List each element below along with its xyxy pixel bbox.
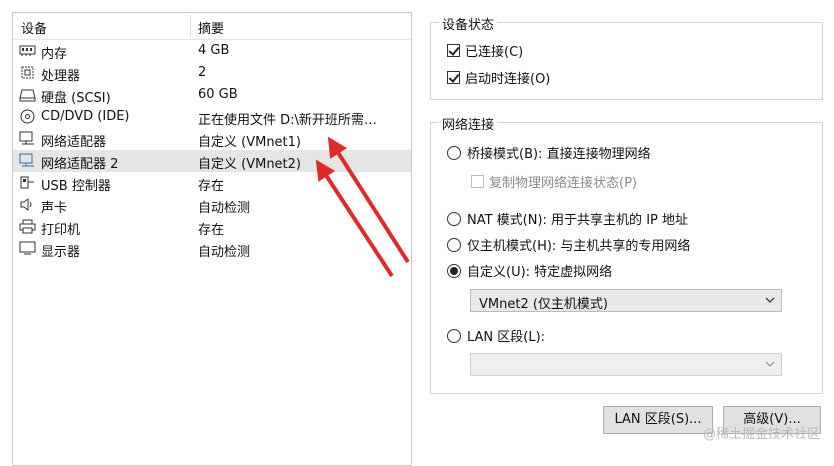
bridged-radio-circle[interactable] bbox=[447, 145, 461, 160]
custom-network-value: VMnet2 (仅主机模式) bbox=[479, 297, 608, 312]
connected-label: 已连接(C) bbox=[465, 45, 524, 60]
network-connection-group: 网络连接 桥接模式(B): 直接连接物理网络 复制物理网络连接状态(P) NAT… bbox=[430, 114, 823, 394]
connect-on-power-label: 启动时连接(O) bbox=[465, 72, 551, 87]
usb-controller-icon bbox=[20, 176, 34, 189]
memory-icon bbox=[19, 45, 36, 56]
cd-dvd-icon bbox=[20, 109, 35, 124]
device-row-printer[interactable]: 打印机 存在 bbox=[13, 216, 411, 238]
device-name: 硬盘 (SCSI) bbox=[41, 91, 111, 106]
custom-network-select[interactable]: VMnet2 (仅主机模式) bbox=[470, 289, 782, 312]
custom-radio[interactable]: 自定义(U): 特定虚拟网络 bbox=[447, 261, 612, 280]
device-row-network-adapter-2[interactable]: 网络适配器 2 自定义 (VMnet2) bbox=[13, 150, 411, 172]
sound-card-icon bbox=[20, 198, 32, 211]
nat-radio[interactable]: NAT 模式(N): 用于共享主机的 IP 地址 bbox=[447, 209, 688, 228]
device-row-usb-controller[interactable]: USB 控制器 存在 bbox=[13, 172, 411, 194]
replicate-state-checkbox: 复制物理网络连接状态(P) bbox=[471, 172, 637, 191]
device-summary: 存在 bbox=[198, 223, 225, 238]
device-list-panel: 设备 摘要 内存 4 GB 处理器 2 硬盘 (SCSI) 60 GB CD/D… bbox=[12, 12, 412, 466]
host-only-label: 仅主机模式(H): 与主机共享的专用网络 bbox=[467, 239, 691, 254]
device-summary: 自动检测 bbox=[198, 245, 251, 260]
lan-segment-radio-circle[interactable] bbox=[447, 328, 461, 343]
lan-segment-radio[interactable]: LAN 区段(L): bbox=[447, 326, 545, 345]
network-adapter-icon bbox=[19, 153, 34, 167]
device-name: 网络适配器 bbox=[41, 135, 107, 150]
connected-checkbox-box[interactable] bbox=[447, 44, 460, 57]
device-row-network-adapter[interactable]: 网络适配器 自定义 (VMnet1) bbox=[13, 128, 411, 150]
device-summary: 60 GB bbox=[198, 87, 238, 102]
bridged-label: 桥接模式(B): 直接连接物理网络 bbox=[467, 147, 651, 162]
processor-icon bbox=[21, 66, 34, 79]
host-only-radio-circle[interactable] bbox=[447, 237, 461, 252]
device-status-title: 设备状态 bbox=[439, 14, 498, 33]
printer-icon bbox=[19, 219, 36, 234]
device-rows: 内存 4 GB 处理器 2 硬盘 (SCSI) 60 GB CD/DVD (ID… bbox=[13, 40, 411, 260]
device-row-processor[interactable]: 处理器 2 bbox=[13, 62, 411, 84]
replicate-state-checkbox-box bbox=[471, 175, 484, 188]
network-connection-title: 网络连接 bbox=[439, 114, 498, 133]
device-name: 打印机 bbox=[41, 223, 81, 238]
lan-segment-select bbox=[470, 353, 782, 376]
lan-segment-label: LAN 区段(L): bbox=[467, 330, 546, 345]
custom-label: 自定义(U): 特定虚拟网络 bbox=[467, 265, 613, 280]
device-name: CD/DVD (IDE) bbox=[41, 109, 130, 124]
nat-label: NAT 模式(N): 用于共享主机的 IP 地址 bbox=[467, 213, 689, 228]
display-icon bbox=[19, 241, 36, 255]
column-header-device[interactable]: 设备 bbox=[21, 18, 47, 37]
device-row-sound-card[interactable]: 声卡 自动检测 bbox=[13, 194, 411, 216]
connect-on-power-checkbox[interactable]: 启动时连接(O) bbox=[447, 68, 550, 87]
network-adapter-icon bbox=[19, 131, 34, 145]
column-separator[interactable] bbox=[190, 15, 191, 37]
connect-on-power-checkbox-box[interactable] bbox=[447, 71, 460, 84]
nat-radio-circle[interactable] bbox=[447, 211, 461, 226]
chevron-down-icon bbox=[765, 297, 775, 303]
device-summary: 2 bbox=[198, 65, 207, 80]
device-summary: 自定义 (VMnet2) bbox=[198, 157, 301, 172]
device-name: USB 控制器 bbox=[41, 179, 111, 194]
device-row-memory[interactable]: 内存 4 GB bbox=[13, 40, 411, 62]
device-summary: 自动检测 bbox=[198, 201, 251, 216]
device-status-group: 设备状态 已连接(C) 启动时连接(O) bbox=[430, 14, 823, 100]
device-name: 处理器 bbox=[41, 69, 81, 84]
device-name: 内存 bbox=[41, 47, 68, 62]
device-list-header: 设备 摘要 bbox=[13, 13, 411, 40]
device-summary: 4 GB bbox=[198, 43, 230, 58]
replicate-state-label: 复制物理网络连接状态(P) bbox=[489, 176, 637, 191]
host-only-radio[interactable]: 仅主机模式(H): 与主机共享的专用网络 bbox=[447, 235, 690, 254]
bridged-radio[interactable]: 桥接模式(B): 直接连接物理网络 bbox=[447, 143, 651, 162]
column-header-summary[interactable]: 摘要 bbox=[198, 18, 224, 37]
device-row-hard-disk[interactable]: 硬盘 (SCSI) 60 GB bbox=[13, 84, 411, 106]
watermark: @稀土掘金技术社区 bbox=[702, 427, 820, 442]
device-summary: 自定义 (VMnet1) bbox=[198, 135, 301, 150]
device-summary: 正在使用文件 D:\新开班所需… bbox=[198, 113, 377, 128]
device-name: 网络适配器 2 bbox=[41, 157, 119, 172]
connected-checkbox[interactable]: 已连接(C) bbox=[447, 41, 523, 60]
device-name: 声卡 bbox=[41, 201, 68, 216]
device-row-display[interactable]: 显示器 自动检测 bbox=[13, 238, 411, 260]
chevron-down-icon bbox=[765, 361, 775, 367]
device-summary: 存在 bbox=[198, 179, 225, 194]
custom-radio-circle[interactable] bbox=[447, 263, 461, 278]
lan-segments-button[interactable]: LAN 区段(S)... bbox=[603, 406, 713, 434]
hard-disk-icon bbox=[19, 89, 36, 102]
device-row-cd-dvd[interactable]: CD/DVD (IDE) 正在使用文件 D:\新开班所需… bbox=[13, 106, 411, 128]
device-name: 显示器 bbox=[41, 245, 81, 260]
